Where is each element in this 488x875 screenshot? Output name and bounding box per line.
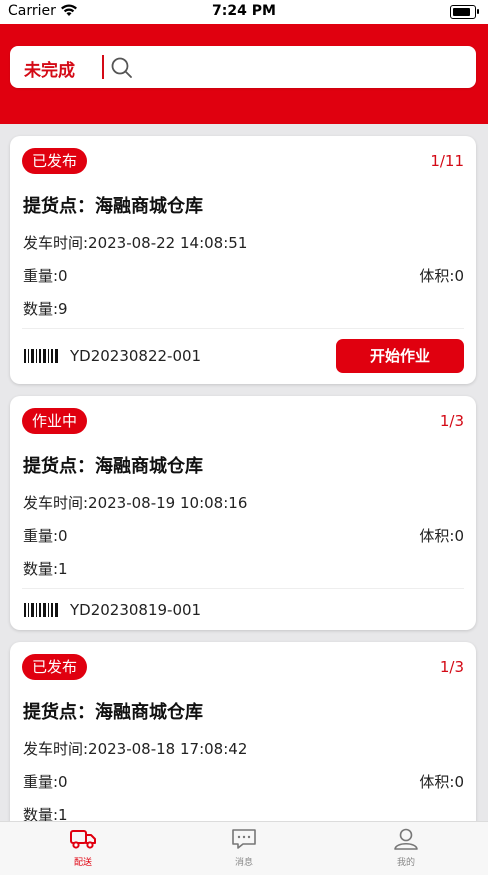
search-input[interactable] <box>140 54 464 82</box>
page-indicator: 1/3 <box>439 658 464 676</box>
weight: 重量:0 <box>23 773 68 791</box>
order-card[interactable]: 已发布 1/3 提货点：海融商城仓库 发车时间:2023-08-18 17:08… <box>10 642 476 821</box>
user-icon <box>394 828 418 850</box>
status-filter-dropdown[interactable]: 未完成 <box>24 56 75 81</box>
clock: 7:24 PM <box>212 3 276 19</box>
status-badge: 作业中 <box>22 408 88 434</box>
pickup-point: 提货点：海融商城仓库 <box>23 196 203 217</box>
status-bar: Carrier 7:24 PM <box>0 0 488 24</box>
page-indicator: 1/11 <box>430 152 464 170</box>
message-icon <box>232 829 256 849</box>
weight: 重量:0 <box>23 267 68 285</box>
divider <box>22 588 464 589</box>
tab-delivery[interactable]: 配送 <box>33 822 133 875</box>
weight: 重量:0 <box>23 527 68 545</box>
pickup-point: 提货点：海融商城仓库 <box>23 702 203 723</box>
barcode-icon <box>24 349 58 363</box>
page-indicator: 1/3 <box>439 412 464 430</box>
volume: 体积:0 <box>419 773 464 791</box>
start-work-button[interactable]: 开始作业 <box>336 339 464 373</box>
quantity: 数量:1 <box>23 806 68 821</box>
order-card[interactable]: 已发布 1/11 提货点：海融商城仓库 发车时间:2023-08-22 14:0… <box>10 136 476 384</box>
barcode-icon <box>24 603 58 617</box>
volume: 体积:0 <box>419 267 464 285</box>
depart-time: 发车时间:2023-08-19 10:08:16 <box>23 494 248 512</box>
status-badge: 已发布 <box>22 654 88 680</box>
search-divider <box>102 55 104 79</box>
depart-time: 发车时间:2023-08-18 17:08:42 <box>23 740 248 758</box>
tab-label: 配送 <box>73 858 92 868</box>
pickup-point: 提货点：海融商城仓库 <box>23 456 203 477</box>
waybill-code: YD20230822-001 <box>70 347 202 365</box>
tab-label: 消息 <box>234 858 253 868</box>
status-badge: 已发布 <box>22 148 88 174</box>
order-card[interactable]: 作业中 1/3 提货点：海融商城仓库 发车时间:2023-08-19 10:08… <box>10 396 476 630</box>
tab-bar: 配送 消息 我的 <box>0 821 488 875</box>
search-icon[interactable] <box>110 56 134 80</box>
depart-time: 发车时间:2023-08-22 14:08:51 <box>23 234 248 252</box>
battery-icon <box>450 5 479 19</box>
order-list[interactable]: 已发布 1/11 提货点：海融商城仓库 发车时间:2023-08-22 14:0… <box>0 124 488 821</box>
tab-messages[interactable]: 消息 <box>194 822 294 875</box>
quantity: 数量:1 <box>23 560 68 578</box>
search-bar: 未完成 <box>10 46 476 88</box>
divider <box>22 328 464 329</box>
tab-mine[interactable]: 我的 <box>356 822 456 875</box>
waybill-code: YD20230819-001 <box>70 601 202 619</box>
volume: 体积:0 <box>419 527 464 545</box>
truck-icon <box>70 830 96 849</box>
quantity: 数量:9 <box>23 300 68 318</box>
tab-label: 我的 <box>396 858 415 868</box>
